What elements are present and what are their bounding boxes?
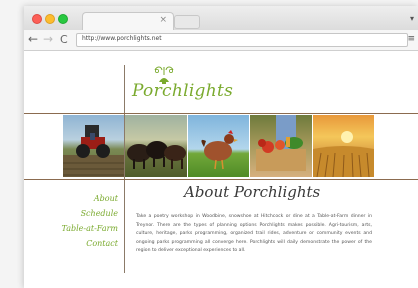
tractor-photo (63, 115, 124, 177)
tab-close-icon[interactable]: × (159, 15, 167, 25)
top-rule (24, 113, 418, 114)
cattle-photo (125, 115, 187, 177)
title-bar: × ▾ (24, 6, 418, 31)
nav-about-link[interactable]: About (62, 191, 118, 206)
browser-window: × ▾ ← → C http://www.porchlights.net ≡ P… (24, 6, 418, 288)
maximize-window-button[interactable] (58, 14, 68, 24)
nav-schedule-link[interactable]: Schedule (62, 206, 118, 221)
nav-table-at-farm-link[interactable]: Table-at-Farm (62, 221, 118, 236)
chicken-photo (188, 115, 249, 177)
browser-tab[interactable]: × (82, 12, 174, 31)
back-arrow-icon[interactable]: ← (28, 32, 38, 46)
close-window-button[interactable] (32, 14, 42, 24)
vegetables-photo (250, 115, 312, 177)
new-tab-button[interactable] (174, 15, 200, 29)
browser-toolbar: ← → C http://www.porchlights.net ≡ (24, 30, 418, 51)
address-bar[interactable]: http://www.porchlights.net (76, 33, 408, 47)
web-page: Porchlights About Schedule Table-at-Farm… (24, 51, 418, 288)
url-text[interactable]: http://www.porchlights.net (82, 35, 162, 42)
about-paragraph: Take a poetry workshop in Woodbine, snow… (136, 214, 372, 253)
site-navigation: About Schedule Table-at-Farm Contact (62, 191, 118, 251)
wheat-field-photo (313, 115, 374, 177)
hamburger-menu-icon[interactable]: ≡ (407, 34, 415, 44)
nav-contact-link[interactable]: Contact (62, 236, 118, 251)
tabs-overflow-icon[interactable]: ▾ (410, 14, 414, 23)
page-heading: About Porchlights (184, 183, 321, 201)
forward-arrow-icon[interactable]: → (43, 32, 53, 46)
reload-icon[interactable]: C (60, 33, 68, 46)
bottom-rule (24, 179, 418, 180)
minimize-window-button[interactable] (45, 14, 55, 24)
site-logo[interactable]: Porchlights (132, 81, 233, 101)
